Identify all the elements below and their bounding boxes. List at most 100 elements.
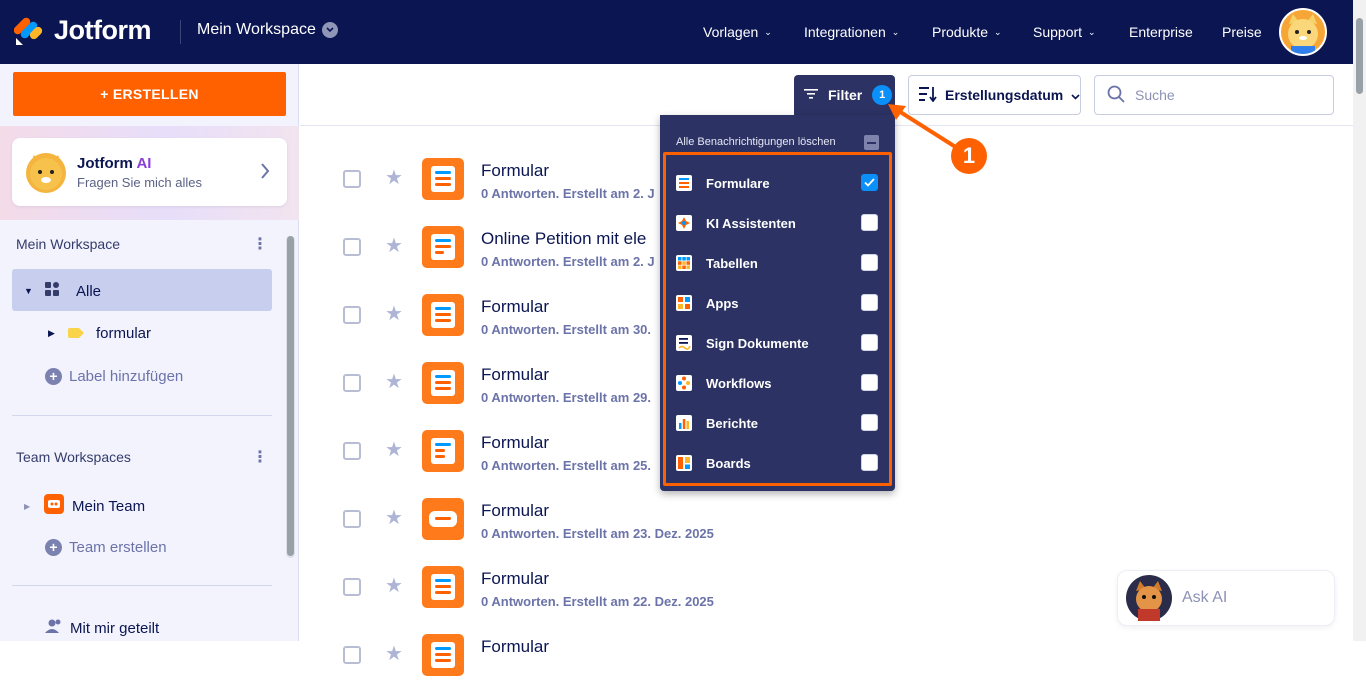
sidebar-scrollbar[interactable] xyxy=(286,236,295,558)
annotation-step-number: 1 xyxy=(951,138,987,174)
row-checkbox[interactable] xyxy=(343,170,361,188)
filter-option-workflows[interactable]: Workflows xyxy=(676,371,878,395)
filter-option-label: Workflows xyxy=(706,375,772,391)
page-scrollbar[interactable] xyxy=(1353,0,1366,641)
nav-preise[interactable]: Preise xyxy=(1222,0,1262,64)
star-icon[interactable]: ★ xyxy=(385,505,403,530)
row-checkbox[interactable] xyxy=(343,510,361,528)
filter-option-label: Sign Dokumente xyxy=(706,335,809,351)
top-navigation-bar: Jotform Mein Workspace Vorlagen ⌄ Integra… xyxy=(0,0,1366,64)
form-row[interactable]: ★ Formular xyxy=(300,622,1353,690)
checkbox[interactable] xyxy=(861,374,878,391)
deselect-all-checkbox[interactable] xyxy=(864,135,879,150)
ai-title-accent: AI xyxy=(136,155,152,172)
clear-all-label[interactable]: Alle Benachrichtigungen löschen xyxy=(676,136,836,148)
star-icon[interactable]: ★ xyxy=(385,437,403,462)
row-checkbox[interactable] xyxy=(343,306,361,324)
form-title[interactable]: Formular xyxy=(481,161,549,181)
form-title[interactable]: Formular xyxy=(481,365,549,385)
form-title[interactable]: Online Petition mit ele xyxy=(481,229,646,249)
jotform-ai-card[interactable]: Jotform AI Fragen Sie mich alles xyxy=(12,138,287,206)
row-checkbox[interactable] xyxy=(343,374,361,392)
filter-option-label: Berichte xyxy=(706,415,759,431)
form-title[interactable]: Formular xyxy=(481,569,549,589)
checkbox[interactable] xyxy=(861,334,878,351)
divider xyxy=(12,415,272,416)
plus-circle-icon: + xyxy=(45,539,62,556)
row-checkbox[interactable] xyxy=(343,578,361,596)
chevron-down-icon xyxy=(321,22,338,38)
workspace-switcher[interactable]: Mein Workspace xyxy=(197,21,338,39)
more-options-icon[interactable]: ⋮ xyxy=(252,234,268,254)
nav-label: Support xyxy=(1033,24,1083,40)
search-placeholder: Suche xyxy=(1135,87,1175,103)
caret-down-icon: ▼ xyxy=(24,286,33,296)
filter-option-apps[interactable]: Apps xyxy=(676,291,878,315)
chevron-down-icon: ⌄ xyxy=(994,26,1002,37)
nav-support[interactable]: Support ⌄ xyxy=(1033,0,1096,64)
form-meta: 0 Antworten. Erstellt am 30. xyxy=(481,322,652,337)
form-title[interactable]: Formular xyxy=(481,501,549,521)
checkbox[interactable] xyxy=(861,414,878,431)
checkbox-checked[interactable] xyxy=(861,174,878,191)
grid-icon xyxy=(44,281,76,301)
highlight-box xyxy=(663,152,892,486)
form-meta: 0 Antworten. Erstellt am 22. Dez. 2025 xyxy=(481,594,714,609)
checkbox[interactable] xyxy=(861,254,878,271)
filter-option-label: Apps xyxy=(706,295,739,311)
filter-dropdown: Alle Benachrichtigungen löschen Formular… xyxy=(660,115,895,491)
ask-ai-button[interactable]: Ask AI xyxy=(1117,570,1335,626)
checkbox[interactable] xyxy=(861,294,878,311)
checkbox[interactable] xyxy=(861,454,878,471)
scrollbar-thumb[interactable] xyxy=(287,236,294,556)
sidebar-item-shared[interactable]: Mit mir geteilt xyxy=(45,618,159,638)
nav-integrationen[interactable]: Integrationen ⌄ xyxy=(804,0,899,64)
star-icon[interactable]: ★ xyxy=(385,165,403,190)
form-row[interactable]: ★ Formular 0 Antworten. Erstellt am 23. … xyxy=(300,486,1353,554)
filter-option-formulare[interactable]: Formulare xyxy=(676,171,878,195)
filter-option-boards[interactable]: Boards xyxy=(676,451,878,475)
row-checkbox[interactable] xyxy=(343,238,361,256)
caret-right-icon: ▶ xyxy=(24,501,31,511)
nav-produkte[interactable]: Produkte ⌄ xyxy=(932,0,1002,64)
search-icon xyxy=(1107,85,1125,106)
form-meta: 0 Antworten. Erstellt am 29. xyxy=(481,390,652,405)
nav-vorlagen[interactable]: Vorlagen ⌄ xyxy=(703,0,772,64)
row-checkbox[interactable] xyxy=(343,646,361,664)
scrollbar-thumb[interactable] xyxy=(1356,18,1363,94)
filter-option-ki-assistenten[interactable]: KI Assistenten xyxy=(676,211,878,235)
create-team-text: Team erstellen xyxy=(69,539,167,556)
users-icon xyxy=(45,618,63,638)
star-icon[interactable]: ★ xyxy=(385,641,403,666)
nav-enterprise[interactable]: Enterprise xyxy=(1129,0,1193,64)
card-form-icon xyxy=(422,498,464,540)
checkbox[interactable] xyxy=(861,214,878,231)
form-title[interactable]: Formular xyxy=(481,297,549,317)
filter-option-label: Formulare xyxy=(706,175,770,191)
search-input[interactable]: Suche xyxy=(1094,75,1334,115)
star-icon[interactable]: ★ xyxy=(385,573,403,598)
form-meta: 0 Antworten. Erstellt am 2. J xyxy=(481,254,655,269)
more-options-icon[interactable]: ⋮ xyxy=(252,447,268,467)
ai-avatar-icon xyxy=(1126,575,1172,621)
row-checkbox[interactable] xyxy=(343,442,361,460)
create-team-button[interactable]: + Team erstellen xyxy=(45,539,167,556)
star-icon[interactable]: ★ xyxy=(385,301,403,326)
form-title[interactable]: Formular xyxy=(481,433,549,453)
star-icon[interactable]: ★ xyxy=(385,369,403,394)
filter-option-tabellen[interactable]: Tabellen xyxy=(676,251,878,275)
create-button[interactable]: + ERSTELLEN xyxy=(13,72,286,116)
jotform-logo[interactable]: Jotform xyxy=(13,14,152,46)
sidebar-item-team[interactable]: ▶ Mein Team xyxy=(24,494,145,518)
filter-option-sign-dokumente[interactable]: Sign Dokumente xyxy=(676,331,878,355)
form-title[interactable]: Formular xyxy=(481,637,549,657)
sign-icon xyxy=(676,335,692,351)
sidebar-item-formular[interactable]: ▶ formular xyxy=(48,325,151,342)
add-label-text: Label hinzufügen xyxy=(69,368,184,385)
filter-option-berichte[interactable]: Berichte xyxy=(676,411,878,435)
star-icon[interactable]: ★ xyxy=(385,233,403,258)
user-avatar[interactable] xyxy=(1279,8,1327,56)
add-label-button[interactable]: + Label hinzufügen xyxy=(45,368,183,385)
petition-form-icon xyxy=(422,226,464,268)
boards-icon xyxy=(676,455,692,471)
